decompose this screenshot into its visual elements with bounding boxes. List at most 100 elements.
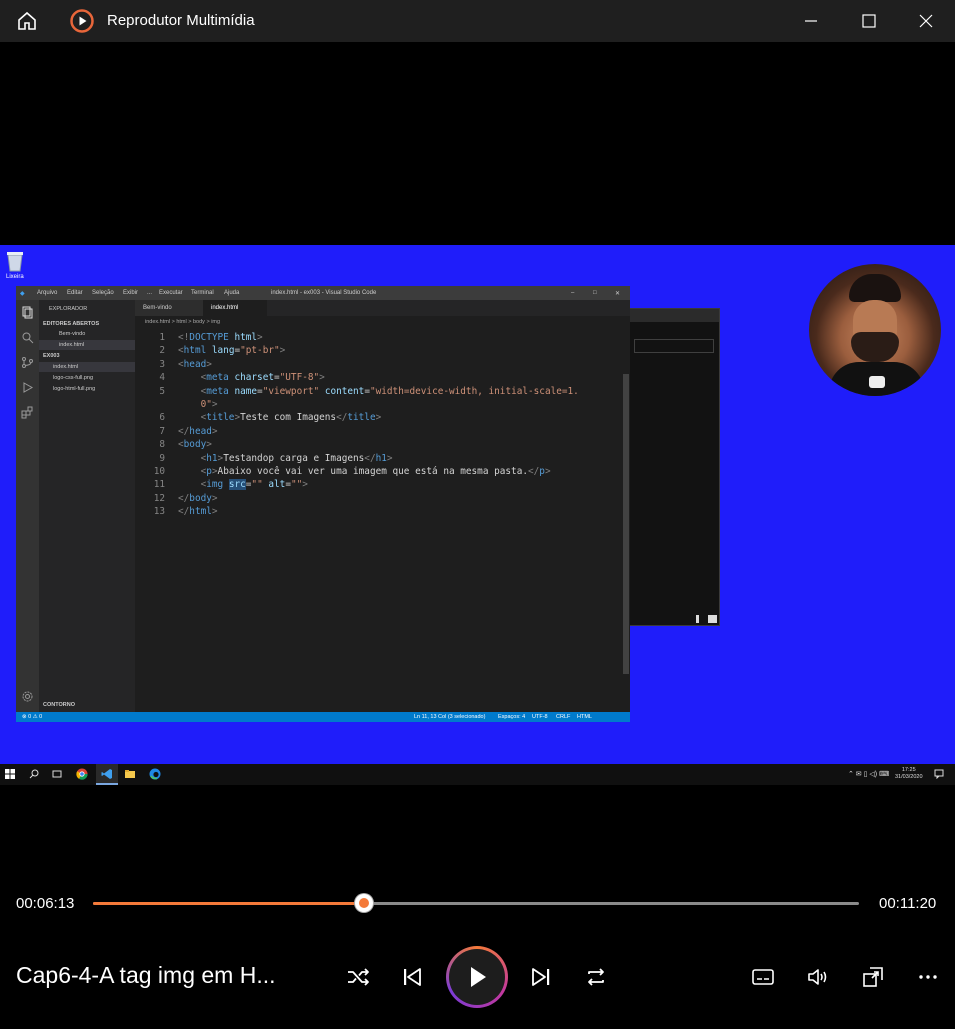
editor-tabs: Bem-vindo index.html	[135, 300, 630, 316]
tab-welcome: Bem-vindo	[135, 300, 203, 316]
vscode-maximize-icon: □	[593, 290, 597, 296]
line-number: 7	[159, 425, 165, 437]
code-line: 0">	[200, 399, 218, 410]
volume-button[interactable]	[803, 962, 833, 992]
recycle-bin-label: Lixeira	[6, 274, 24, 280]
editor-scrollbar	[623, 374, 629, 674]
menu-item: Terminal	[191, 290, 214, 296]
vscode-close-icon: ✕	[615, 291, 621, 297]
play-button[interactable]	[446, 946, 508, 1008]
status-indentation: Espaços: 4	[498, 714, 526, 720]
background-window	[615, 308, 720, 626]
search-icon	[22, 332, 34, 344]
title-bar: Reprodutor Multimídia	[0, 0, 955, 42]
edge-icon	[149, 768, 161, 780]
seek-bar-thumb[interactable]	[354, 894, 373, 912]
media-title: Cap6-4-A tag img em H...	[16, 962, 276, 988]
open-editor-item: Bem-vindo	[59, 331, 86, 337]
extensions-icon	[21, 406, 33, 419]
outline-header: CONTORNO	[43, 702, 75, 708]
code-editor: 1 <!DOCTYPE html> 2 <html lang="pt-br"> 3 <he…	[135, 328, 630, 712]
tab-index-html: index.html	[203, 300, 267, 316]
maximize-button[interactable]	[859, 11, 879, 31]
line-number: 10	[153, 466, 165, 477]
code-line: <title>Teste com Imagens</title>	[200, 412, 382, 424]
more-options-button[interactable]	[913, 962, 943, 992]
line-number: 13	[153, 506, 165, 518]
menu-item: Exibir	[123, 290, 139, 296]
seek-bar[interactable]	[93, 894, 859, 912]
shuffle-button[interactable]	[343, 962, 373, 992]
recycle-bin-icon	[7, 252, 23, 272]
line-number: 5	[159, 385, 165, 397]
minimize-button[interactable]	[801, 11, 821, 31]
notification-icon	[934, 769, 944, 779]
code-line: <head>	[178, 358, 212, 370]
menu-item: Arquivo	[37, 290, 58, 296]
vscode-taskbar-icon	[101, 769, 112, 779]
system-tray-icons: ⌃ ✉ ▯ ◁) ⌨	[848, 771, 890, 778]
status-problems: ⊗ 0 ⚠ 0	[22, 714, 43, 720]
menu-item: Editar	[67, 290, 83, 296]
seek-bar-progress	[93, 902, 364, 905]
status-cursor-position: Ln 11, 13 Col (3 selecionado)	[414, 714, 486, 720]
menu-item: ...	[147, 290, 153, 296]
play-icon	[471, 967, 486, 987]
captions-button[interactable]	[748, 962, 778, 992]
video-frame[interactable]: Lixeira ◆ Arquivo Editar Seleção Exibir …	[0, 245, 955, 785]
menu-item: Executar	[159, 290, 183, 296]
file-explorer-icon	[125, 770, 135, 778]
windows-taskbar: ⌃ ✉ ▯ ◁) ⌨ 17:25 31/03/2020	[0, 764, 955, 785]
explorer-header: EXPLORADOR	[49, 306, 88, 312]
status-language: HTML	[577, 714, 592, 720]
code-line: <p>Abaixo você vai ver uma imagem que es…	[200, 466, 551, 477]
taskbar-search-icon	[29, 769, 39, 779]
code-line: <meta charset="UTF-8">	[200, 372, 325, 384]
line-number: 1	[159, 332, 165, 343]
file-item: logo-css-full.png	[53, 375, 94, 381]
explorer-sidebar: EXPLORADOR EDITORES ABERTOS Bem-vindo in…	[39, 300, 135, 712]
total-time: 00:11:20	[879, 895, 937, 912]
current-time: 00:06:13	[16, 895, 75, 912]
status-eol: CRLF	[556, 714, 571, 720]
repeat-button[interactable]	[581, 962, 611, 992]
code-line: </body>	[178, 492, 218, 504]
taskbar-date: 31/03/2020	[895, 774, 923, 780]
window-title: Reprodutor Multimídia	[107, 12, 255, 29]
code-line: </html>	[178, 506, 218, 518]
vscode-minimize-icon: –	[571, 290, 575, 296]
mini-player-button[interactable]	[858, 962, 888, 992]
menu-item: Seleção	[92, 290, 114, 296]
close-button[interactable]	[916, 11, 936, 31]
activity-bar	[16, 300, 39, 712]
code-line: <!DOCTYPE html>	[178, 332, 263, 343]
task-view-icon	[52, 770, 62, 778]
folder-header: EX003	[43, 353, 60, 359]
line-number: 4	[159, 372, 165, 384]
vscode-window: ◆ Arquivo Editar Seleção Exibir ... Exec…	[16, 286, 630, 722]
line-number: 9	[159, 452, 165, 464]
line-number: 6	[159, 412, 165, 424]
line-number: 11	[153, 479, 165, 491]
run-debug-icon	[23, 382, 34, 393]
chrome-icon	[76, 768, 88, 780]
open-editor-item: index.html	[59, 342, 85, 348]
previous-button[interactable]	[397, 962, 427, 992]
taskbar-time: 17:25	[901, 767, 916, 773]
file-item: index.html	[53, 364, 79, 370]
explorer-icon	[22, 306, 33, 319]
next-button[interactable]	[526, 962, 556, 992]
media-player-logo-icon	[70, 9, 94, 33]
vscode-logo-icon: ◆	[20, 291, 25, 297]
code-line: <html lang="pt-br">	[178, 345, 286, 357]
line-number: 12	[153, 492, 165, 504]
windows-start-icon	[5, 769, 15, 779]
open-editors-header: EDITORES ABERTOS	[43, 321, 100, 327]
line-number: 8	[159, 439, 165, 451]
status-encoding: UTF-8	[532, 714, 548, 720]
settings-gear-icon	[22, 691, 33, 702]
home-icon[interactable]	[16, 10, 38, 32]
code-line: <body>	[178, 439, 212, 451]
line-number: 3	[159, 358, 165, 370]
vscode-menubar: ◆ Arquivo Editar Seleção Exibir ... Exec…	[16, 286, 630, 300]
